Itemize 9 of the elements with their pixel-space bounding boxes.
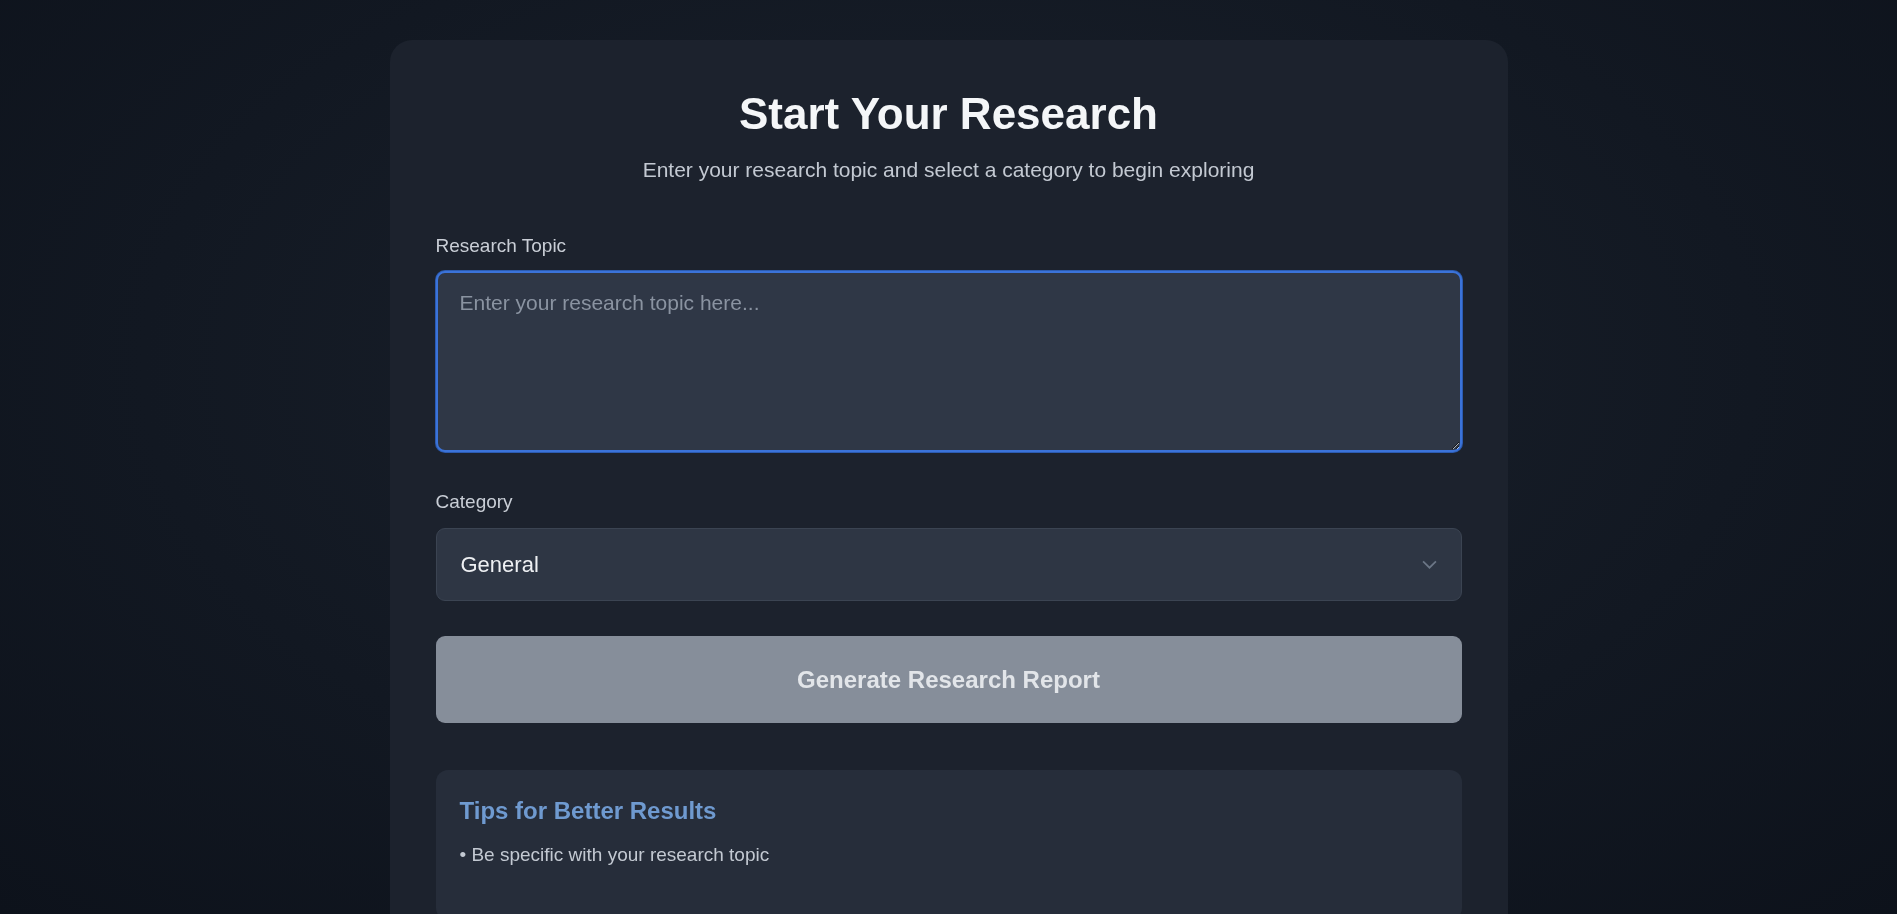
tip-text: • Be specific with your research topic [459, 843, 771, 867]
form-title: Start Your Research [738, 88, 1159, 140]
field-label: Category [435, 490, 514, 514]
field-label: Research Topic [435, 234, 568, 258]
chevron-down-icon [1421, 560, 1437, 569]
category-dropdown[interactable]: General [435, 528, 1462, 601]
topic-field[interactable]: Enter your research topic here... [435, 271, 1462, 452]
form-subtitle: Enter your research topic and select a category to begin exploring [641, 157, 1256, 183]
tips-title: Tips for Better Results [459, 796, 718, 826]
